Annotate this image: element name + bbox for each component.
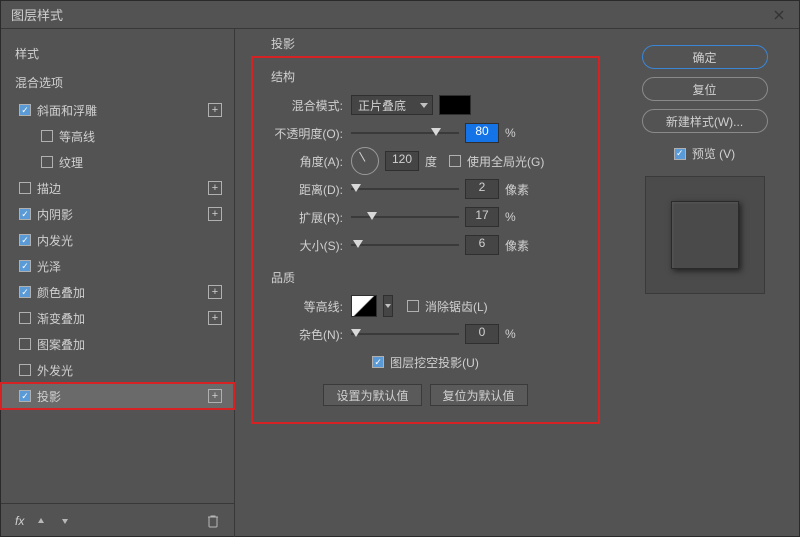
opacity-input[interactable]: 80 [465,123,499,143]
chevron-down-icon [420,103,428,108]
row-distance: 距离(D): 2 像素 [263,175,588,203]
style-row-satin[interactable]: 光泽 [1,253,234,279]
checkbox-icon[interactable] [41,156,53,168]
checkbox-icon[interactable] [19,338,31,350]
style-row-pattern-overlay[interactable]: 图案叠加 [1,331,234,357]
checkbox-icon[interactable] [19,364,31,376]
spread-slider[interactable] [351,210,459,224]
noise-input[interactable]: 0 [465,324,499,344]
style-row-gradient-overlay[interactable]: 渐变叠加 + [1,305,234,331]
antialias-checkbox[interactable] [407,300,419,312]
checkbox-icon[interactable] [19,390,31,402]
row-size: 大小(S): 6 像素 [263,231,588,259]
sidebar-blending-options[interactable]: 混合选项 [1,70,234,95]
row-angle: 角度(A): 120 度 使用全局光(G) [263,147,588,175]
reset-default-button[interactable]: 复位为默认值 [430,384,528,406]
plus-icon[interactable]: + [208,103,222,117]
checkbox-icon[interactable] [19,260,31,272]
layer-style-dialog: 图层样式 样式 混合选项 斜面和浮雕 + 等高线 纹理 描边 [0,0,800,537]
preview-toggle-row: 预览 (V) [674,145,735,162]
close-icon [774,10,784,20]
shadow-color-swatch[interactable] [439,95,471,115]
size-input[interactable]: 6 [465,235,499,255]
knockout-checkbox[interactable] [372,356,384,368]
arrow-up-icon[interactable] [34,514,48,528]
new-style-button[interactable]: 新建样式(W)... [642,109,768,133]
style-row-drop-shadow[interactable]: 投影 + [1,383,234,409]
angle-input[interactable]: 120 [385,151,419,171]
quality-group-label: 品质 [263,265,588,292]
dialog-body: 样式 混合选项 斜面和浮雕 + 等高线 纹理 描边 + 内阴影 [1,29,799,537]
sidebar-footer: fx [1,503,234,537]
close-button[interactable] [759,1,799,29]
row-knockout: 图层挖空投影(U) [263,348,588,376]
style-row-contour[interactable]: 等高线 [1,123,234,149]
sidebar-header: 样式 [1,41,234,66]
row-opacity: 不透明度(O): 80 % [263,119,588,147]
noise-slider[interactable] [351,327,459,341]
plus-icon[interactable]: + [208,285,222,299]
styles-sidebar: 样式 混合选项 斜面和浮雕 + 等高线 纹理 描边 + 内阴影 [1,29,235,537]
window-title: 图层样式 [11,5,63,24]
angle-dial[interactable] [351,147,379,175]
plus-icon[interactable]: + [208,311,222,325]
preview-sample [671,201,739,269]
style-row-inner-glow[interactable]: 内发光 [1,227,234,253]
section-title: 投影 [235,35,610,56]
preview-box [645,176,765,294]
actions-column: 确定 复位 新建样式(W)... 预览 (V) [610,29,799,537]
plus-icon[interactable]: + [208,389,222,403]
style-row-stroke[interactable]: 描边 + [1,175,234,201]
style-row-outer-glow[interactable]: 外发光 [1,357,234,383]
distance-slider[interactable] [351,182,459,196]
spread-input[interactable]: 17 [465,207,499,227]
global-light-checkbox[interactable] [449,155,461,167]
contour-dropdown[interactable] [383,295,393,317]
checkbox-icon[interactable] [19,312,31,324]
checkbox-icon[interactable] [41,130,53,142]
row-contour: 等高线: 消除锯齿(L) [263,292,588,320]
row-noise: 杂色(N): 0 % [263,320,588,348]
style-row-bevel[interactable]: 斜面和浮雕 + [1,97,234,123]
checkbox-icon[interactable] [19,286,31,298]
titlebar: 图层样式 [1,1,799,29]
structure-group-label: 结构 [263,64,588,91]
style-row-texture[interactable]: 纹理 [1,149,234,175]
opacity-slider[interactable] [351,126,459,140]
checkbox-icon[interactable] [19,104,31,116]
set-default-button[interactable]: 设置为默认值 [323,384,421,406]
arrow-down-icon[interactable] [58,514,72,528]
settings-column: 投影 结构 混合模式: 正片叠底 不透明度(O): [235,29,610,537]
reset-button[interactable]: 复位 [642,77,768,101]
chevron-down-icon [385,304,391,308]
preview-checkbox[interactable] [674,148,686,160]
distance-input[interactable]: 2 [465,179,499,199]
blend-mode-select[interactable]: 正片叠底 [351,95,433,115]
style-row-color-overlay[interactable]: 颜色叠加 + [1,279,234,305]
ok-button[interactable]: 确定 [642,45,768,69]
checkbox-icon[interactable] [19,234,31,246]
checkbox-icon[interactable] [19,182,31,194]
plus-icon[interactable]: + [208,207,222,221]
fx-label[interactable]: fx [15,514,24,528]
row-blend-mode: 混合模式: 正片叠底 [263,91,588,119]
contour-swatch[interactable] [351,295,377,317]
row-spread: 扩展(R): 17 % [263,203,588,231]
checkbox-icon[interactable] [19,208,31,220]
style-row-inner-shadow[interactable]: 内阴影 + [1,201,234,227]
trash-icon[interactable] [206,514,220,528]
plus-icon[interactable]: + [208,181,222,195]
settings-panel: 结构 混合模式: 正片叠底 不透明度(O): 80 [251,56,600,424]
size-slider[interactable] [351,238,459,252]
default-buttons-row: 设置为默认值 复位为默认值 [263,384,588,406]
style-list: 斜面和浮雕 + 等高线 纹理 描边 + 内阴影 + 内发光 [1,97,234,409]
